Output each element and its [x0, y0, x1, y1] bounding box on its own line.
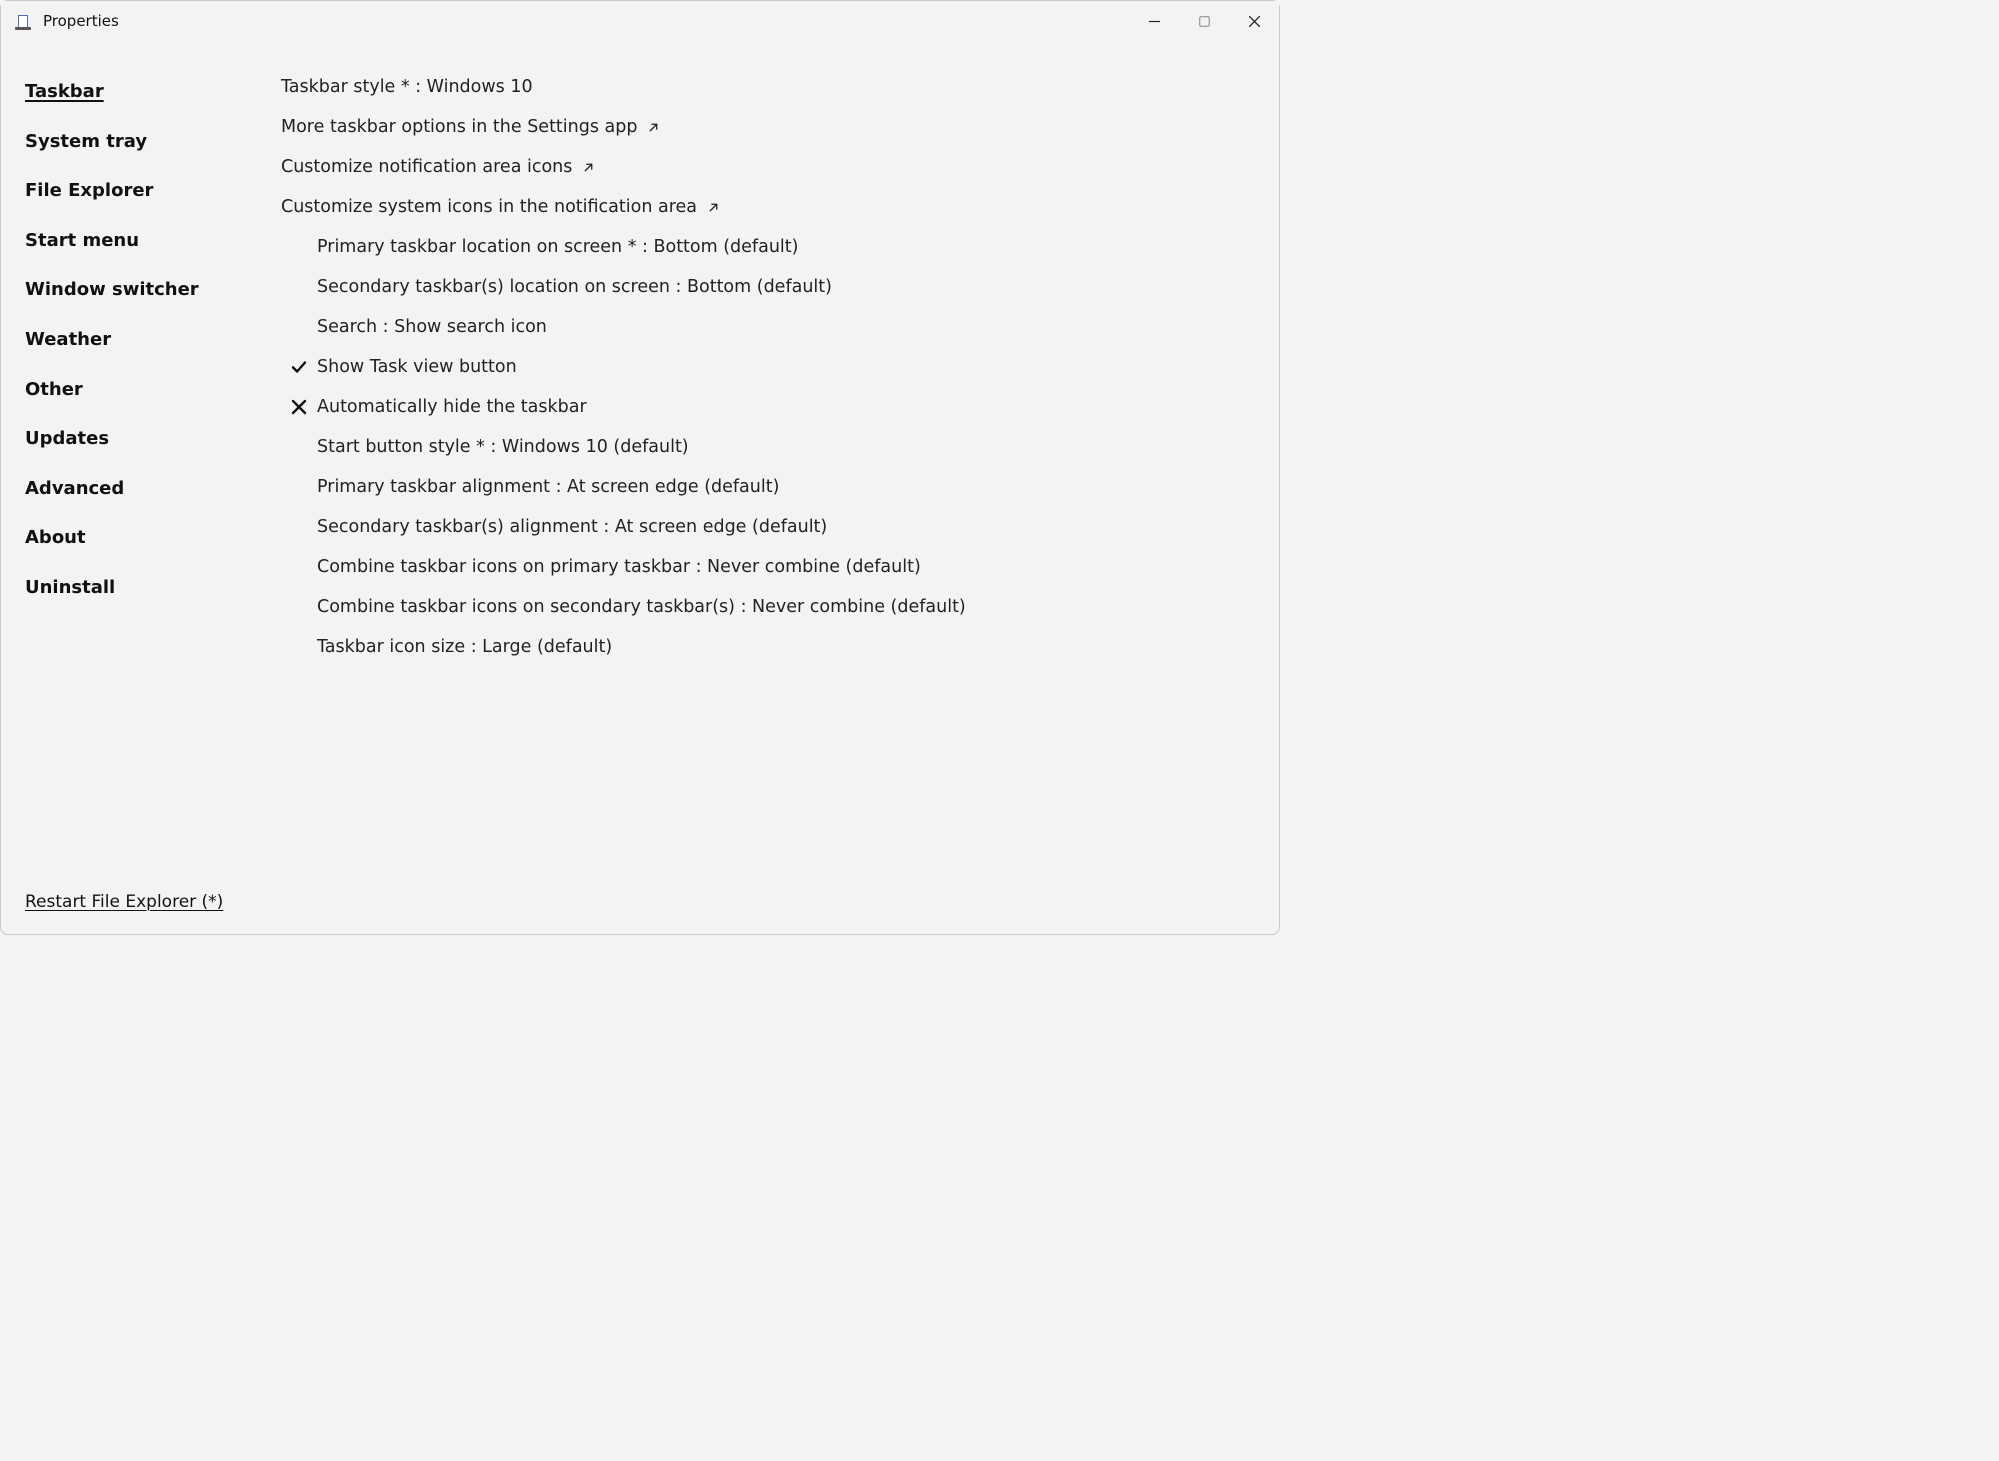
setting-label: Show Task view button	[317, 357, 517, 377]
maximize-button[interactable]	[1179, 1, 1229, 41]
minimize-button[interactable]	[1129, 1, 1179, 41]
sidebar-item-weather[interactable]: Weather	[25, 315, 281, 365]
setting-row[interactable]: Combine taskbar icons on secondary taskb…	[281, 587, 1279, 627]
setting-label: Search : Show search icon	[317, 317, 547, 337]
app-icon	[15, 13, 31, 29]
cross-icon	[281, 398, 317, 416]
setting-label: Automatically hide the taskbar	[317, 397, 587, 417]
setting-label: Secondary taskbar(s) alignment : At scre…	[317, 517, 827, 537]
setting-row[interactable]: Secondary taskbar(s) location on screen …	[281, 267, 1279, 307]
sidebar: TaskbarSystem trayFile ExplorerStart men…	[1, 41, 281, 934]
setting-row[interactable]: Taskbar style * : Windows 10	[281, 67, 1279, 107]
sidebar-item-about[interactable]: About	[25, 513, 281, 563]
sidebar-item-advanced[interactable]: Advanced	[25, 464, 281, 514]
window-controls	[1129, 1, 1279, 41]
check-icon	[281, 358, 317, 376]
setting-row[interactable]: Taskbar icon size : Large (default)	[281, 627, 1279, 667]
setting-row[interactable]: Start button style * : Windows 10 (defau…	[281, 427, 1279, 467]
setting-label: Secondary taskbar(s) location on screen …	[317, 277, 832, 297]
setting-row[interactable]: Combine taskbar icons on primary taskbar…	[281, 547, 1279, 587]
external-link-icon	[707, 201, 720, 214]
setting-row[interactable]: Primary taskbar alignment : At screen ed…	[281, 467, 1279, 507]
sidebar-item-file-explorer[interactable]: File Explorer	[25, 166, 281, 216]
window-title: Properties	[43, 12, 119, 30]
setting-row[interactable]: Customize system icons in the notificati…	[281, 187, 1279, 227]
sidebar-item-start-menu[interactable]: Start menu	[25, 216, 281, 266]
setting-label: Start button style * : Windows 10 (defau…	[317, 437, 689, 457]
sidebar-item-window-switcher[interactable]: Window switcher	[25, 265, 281, 315]
settings-content: Taskbar style * : Windows 10 More taskbar…	[281, 41, 1279, 934]
external-link-icon	[582, 161, 595, 174]
setting-row[interactable]: Search : Show search icon	[281, 307, 1279, 347]
external-link-icon	[647, 121, 660, 134]
setting-label: Combine taskbar icons on secondary taskb…	[317, 597, 966, 617]
setting-label: Primary taskbar alignment : At screen ed…	[317, 477, 779, 497]
setting-row[interactable]: Primary taskbar location on screen * : B…	[281, 227, 1279, 267]
close-button[interactable]	[1229, 1, 1279, 41]
setting-label: Customize notification area icons	[281, 157, 595, 177]
restart-file-explorer-link[interactable]: Restart File Explorer (*)	[25, 892, 223, 912]
setting-label: Taskbar style * : Windows 10	[281, 77, 533, 97]
setting-row[interactable]: More taskbar options in the Settings app	[281, 107, 1279, 147]
setting-row[interactable]: Customize notification area icons	[281, 147, 1279, 187]
sidebar-item-other[interactable]: Other	[25, 365, 281, 415]
setting-label: Primary taskbar location on screen * : B…	[317, 237, 798, 257]
setting-label: More taskbar options in the Settings app	[281, 117, 660, 137]
setting-row[interactable]: Automatically hide the taskbar	[281, 387, 1279, 427]
setting-row[interactable]: Show Task view button	[281, 347, 1279, 387]
titlebar: Properties	[1, 1, 1279, 41]
sidebar-item-system-tray[interactable]: System tray	[25, 117, 281, 167]
setting-label: Taskbar icon size : Large (default)	[317, 637, 612, 657]
setting-label: Combine taskbar icons on primary taskbar…	[317, 557, 921, 577]
sidebar-item-uninstall[interactable]: Uninstall	[25, 563, 281, 613]
setting-label: Customize system icons in the notificati…	[281, 197, 720, 217]
setting-row[interactable]: Secondary taskbar(s) alignment : At scre…	[281, 507, 1279, 547]
sidebar-item-updates[interactable]: Updates	[25, 414, 281, 464]
sidebar-item-taskbar[interactable]: Taskbar	[25, 67, 281, 117]
